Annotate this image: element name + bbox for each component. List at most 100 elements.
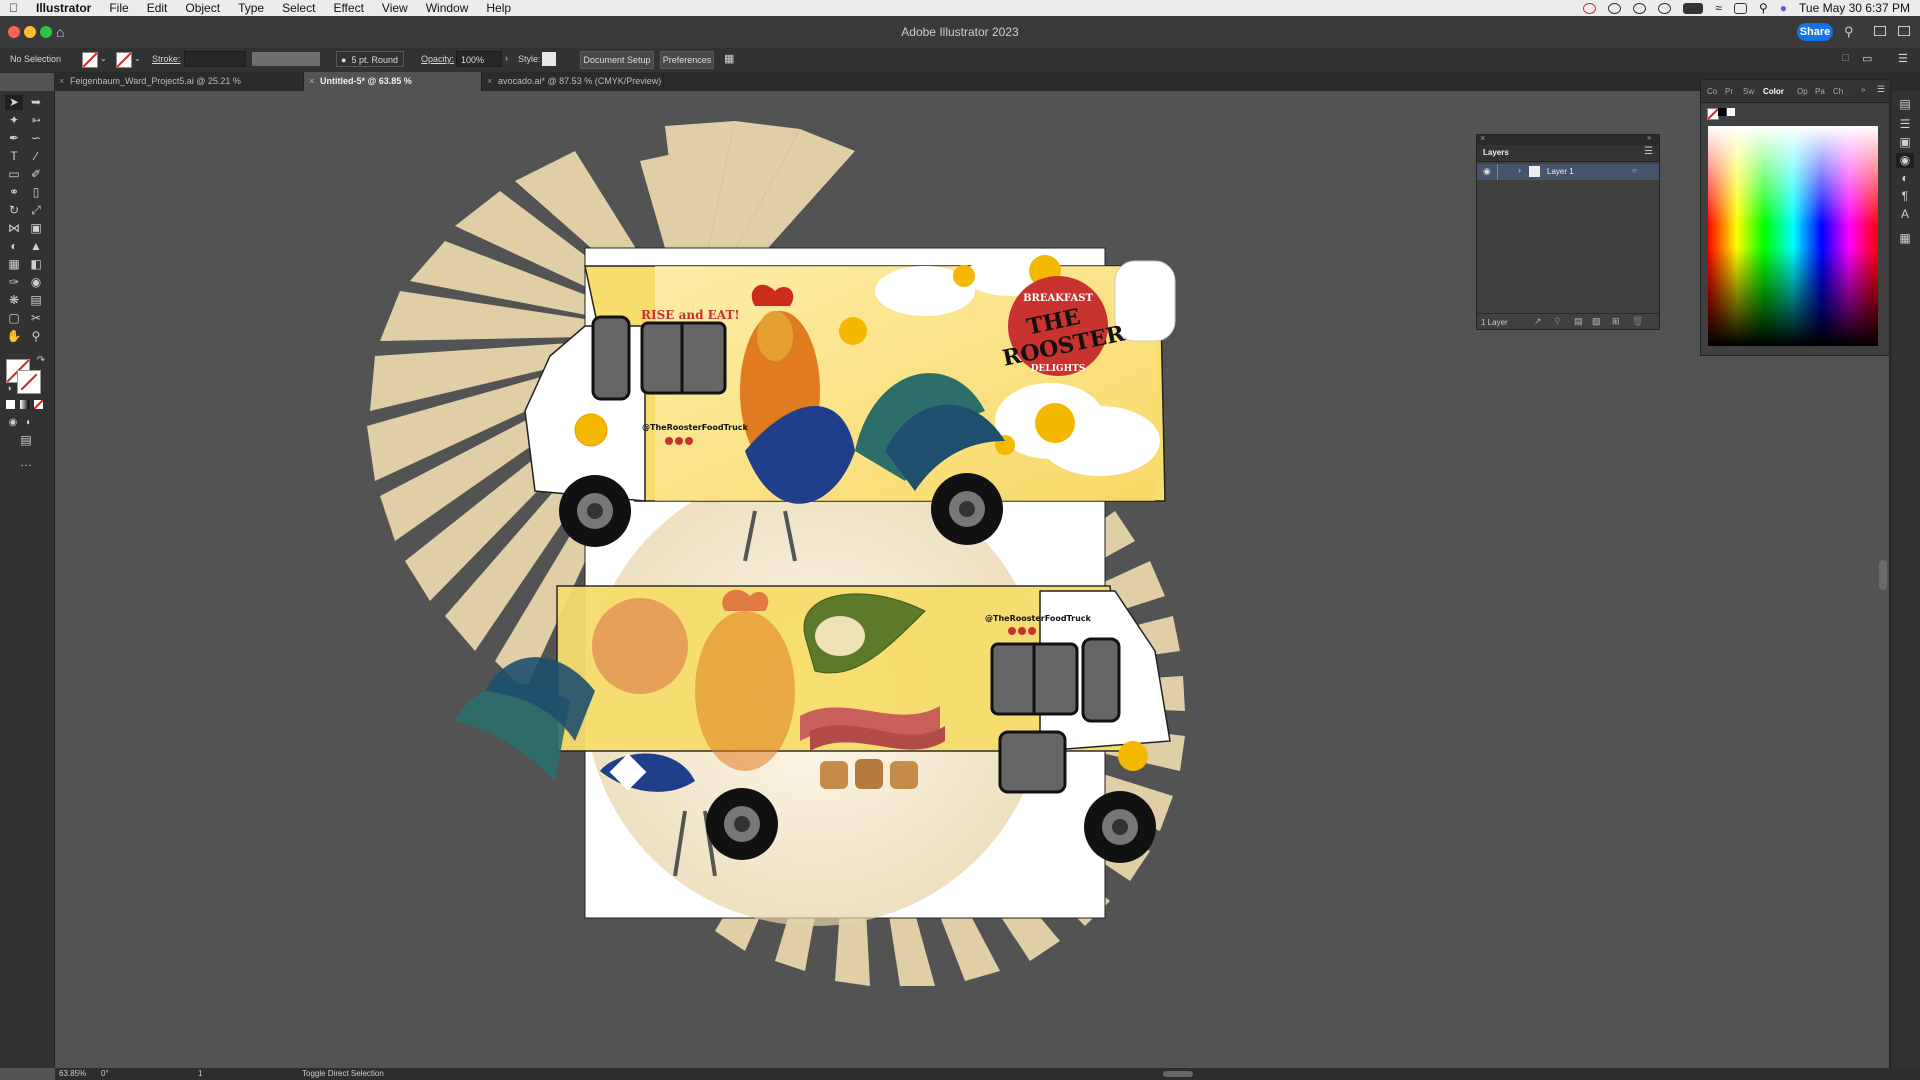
blend-tool-icon[interactable]: ◉ [27, 275, 45, 290]
graphic-style-swatch[interactable] [542, 52, 556, 66]
brush-definition-dropdown[interactable]: ● 5 pt. Round [336, 51, 404, 67]
screen-mode-icon[interactable]: ▤ [17, 433, 35, 448]
close-tab-icon[interactable]: × [309, 72, 314, 91]
layers-icon[interactable]: ▦ [1896, 231, 1914, 246]
siri-icon[interactable]: ● [1780, 1, 1787, 15]
pen-tool-icon[interactable]: ✒ [5, 131, 23, 146]
paintbrush-tool-icon[interactable]: ✐ [27, 167, 45, 182]
artboard-tool-icon[interactable]: ▢ [5, 311, 23, 326]
asset-export-icon[interactable]: ▣ [1896, 135, 1914, 150]
stroke-swatch[interactable] [116, 52, 132, 68]
spotlight-search-icon[interactable]: ⚲ [1759, 1, 1768, 15]
tab-character[interactable]: Ch [1833, 87, 1843, 96]
perspective-grid-tool-icon[interactable]: ▲ [27, 239, 45, 254]
fill-swatch[interactable] [82, 52, 98, 68]
color-spectrum[interactable] [1708, 126, 1878, 346]
workspace-switcher-icon[interactable] [1874, 26, 1886, 36]
panel-menu-icon[interactable]: ☰ [1644, 146, 1653, 157]
edit-toolbar-icon[interactable]: … [17, 455, 35, 470]
locate-object-icon[interactable]: ⚲ [1554, 316, 1561, 327]
tab-color-guide[interactable]: Co [1707, 87, 1717, 96]
rotate-tool-icon[interactable]: ↻ [5, 203, 23, 218]
share-button[interactable]: Share [1797, 23, 1833, 41]
type-tool-icon[interactable]: T [5, 149, 23, 164]
menu-select[interactable]: Select [273, 1, 324, 15]
control-center-icon[interactable] [1734, 2, 1747, 14]
menu-window[interactable]: Window [417, 1, 478, 15]
opacity-label[interactable]: Opacity: [421, 54, 454, 64]
collapse-panel-icon[interactable]: » [1647, 133, 1651, 142]
expand-layer-icon[interactable]: › [1518, 165, 1521, 175]
menubar-datetime[interactable]: Tue May 30 6:37 PM [1799, 1, 1910, 15]
vertical-scrollbar[interactable] [1879, 560, 1887, 590]
black-swatch[interactable] [1718, 108, 1726, 116]
menu-edit[interactable]: Edit [138, 1, 177, 15]
eraser-tool-icon[interactable]: ▯ [27, 185, 45, 200]
white-swatch[interactable] [1727, 108, 1735, 116]
rectangle-tool-icon[interactable]: ▭ [5, 167, 23, 182]
layer-row[interactable]: ◉ › Layer 1 ○ [1477, 164, 1659, 180]
column-graph-tool-icon[interactable]: ▤ [27, 293, 45, 308]
brushes-icon[interactable]: ◐ [1896, 171, 1914, 186]
artboard-number[interactable]: 1 [198, 1069, 202, 1078]
document-setup-button[interactable]: Document Setup [580, 51, 654, 69]
shape-builder-tool-icon[interactable]: ◐ [5, 239, 23, 254]
opacity-arrow-icon[interactable]: › [505, 53, 508, 63]
zoom-level[interactable]: 63.85% [59, 1069, 86, 1078]
paragraph-icon[interactable]: ¶ [1896, 189, 1914, 204]
time-machine-icon[interactable] [1633, 2, 1647, 14]
curvature-tool-icon[interactable]: ∽ [27, 131, 45, 146]
opacity-field[interactable]: 100% [456, 51, 502, 67]
magic-wand-tool-icon[interactable]: ✦ [5, 113, 23, 128]
draw-behind-icon[interactable]: ◐ [20, 415, 38, 430]
menu-object[interactable]: Object [176, 1, 229, 15]
gradient-tool-icon[interactable]: ◧ [27, 257, 45, 272]
tab-avocado[interactable]: × avocado.ai* @ 87.53 % (CMYK/Preview) [482, 72, 664, 91]
zoom-tool-icon[interactable]: ⚲ [27, 329, 45, 344]
clipping-mask-icon[interactable]: ▤ [1574, 316, 1583, 327]
horizontal-scrollbar[interactable] [1163, 1071, 1193, 1077]
variable-width-profile[interactable] [252, 52, 320, 66]
hand-tool-icon[interactable]: ✋ [5, 329, 23, 344]
apple-icon[interactable]:  [0, 1, 27, 15]
search-icon[interactable]: ⚲ [1844, 24, 1854, 40]
slice-tool-icon[interactable]: ✂ [27, 311, 45, 326]
stroke-weight-field[interactable] [184, 51, 246, 67]
rotation-value[interactable]: 0° [101, 1069, 109, 1078]
delete-layer-icon[interactable]: 🗑 [1632, 316, 1643, 327]
tab-feigenbaum-project[interactable]: ×Feigenbaum_Ward_Project5.ai @ 25.21 % (… [54, 72, 304, 105]
color-panel-icon[interactable]: ◉ [1896, 153, 1914, 168]
arrange-icon[interactable]: ▦ [724, 52, 734, 65]
collapse-panel-icon[interactable]: » [1861, 85, 1865, 94]
transform-icon[interactable]: ▭ [1862, 52, 1872, 65]
visibility-eye-icon[interactable]: ◉ [1483, 166, 1491, 177]
fill-dropdown-icon[interactable]: ⌄ [100, 54, 107, 63]
menu-file[interactable]: File [100, 1, 137, 15]
none-mode-icon[interactable] [34, 400, 43, 409]
width-tool-icon[interactable]: ⋈ [5, 221, 23, 236]
tab-opacity[interactable]: Op [1797, 87, 1808, 96]
close-panel-icon[interactable]: × [1480, 133, 1485, 143]
lasso-tool-icon[interactable]: ➳ [27, 113, 45, 128]
panel-menu-icon[interactable]: ☰ [1877, 84, 1885, 95]
tab-color[interactable]: Color [1763, 87, 1784, 96]
panel-menu-icon[interactable]: ☰ [1898, 52, 1908, 65]
arrange-documents-icon[interactable] [1898, 26, 1910, 36]
preferences-button[interactable]: Preferences [660, 51, 714, 69]
character-icon[interactable]: A [1896, 207, 1914, 222]
menu-effect[interactable]: Effect [324, 1, 372, 15]
properties-icon[interactable]: ▤ [1896, 97, 1914, 112]
new-layer-icon[interactable]: ⊞ [1612, 316, 1620, 327]
wifi-icon[interactable]: ≈ [1715, 1, 1722, 15]
play-icon[interactable] [1658, 2, 1672, 14]
moon-icon[interactable] [1608, 2, 1622, 14]
close-tab-icon[interactable]: × [487, 72, 492, 91]
align-icon[interactable]: □ [1842, 52, 1849, 64]
color-mode-icon[interactable] [6, 400, 15, 409]
direct-selection-tool-icon[interactable]: ➥ [27, 95, 45, 110]
swap-fill-stroke-icon[interactable]: ↷ [32, 353, 50, 368]
layer-name[interactable]: Layer 1 [1547, 167, 1574, 176]
layers-panel-header-strip[interactable]: × » [1477, 133, 1659, 145]
creative-cloud-icon[interactable] [1583, 2, 1597, 14]
gradient-mode-icon[interactable] [20, 400, 29, 409]
